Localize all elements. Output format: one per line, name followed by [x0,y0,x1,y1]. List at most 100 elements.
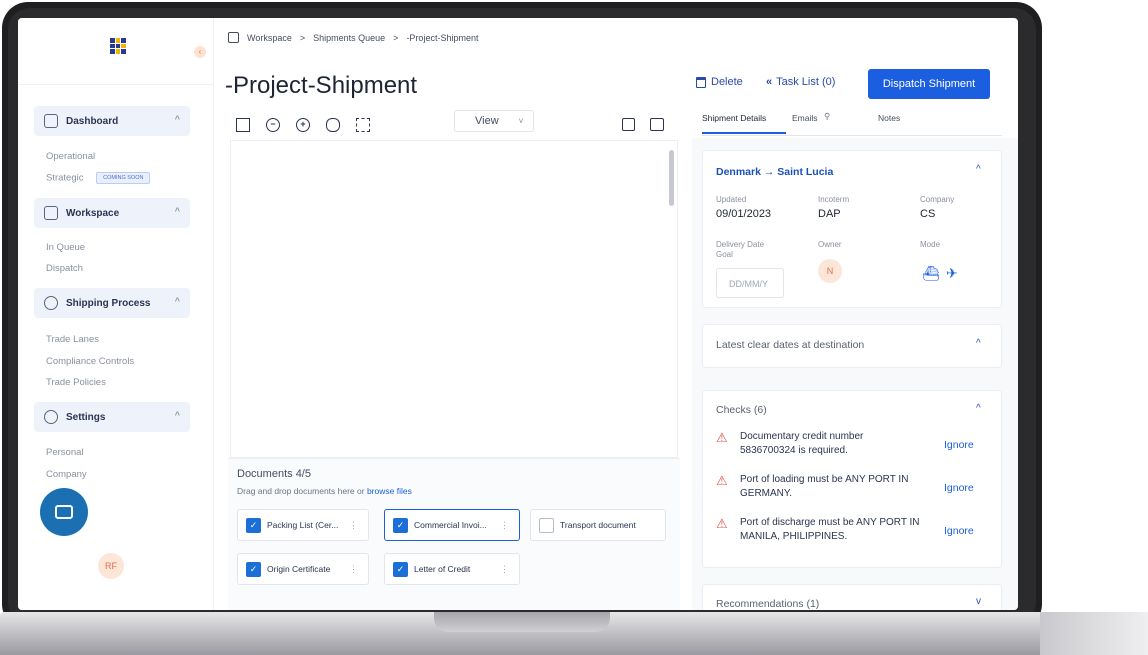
sidebar-section-settings[interactable]: Settings ^ [34,402,190,432]
collapse-sidebar-icon[interactable]: ‹ [194,46,206,58]
ship-icon[interactable]: ⛴ [922,265,940,282]
page-title: -Project-Shipment [225,72,418,99]
document-chip-letter-of-credit[interactable]: ✓ Letter of Credit ⋮ [384,553,520,585]
owner-label: Owner [818,240,842,249]
chevron-down-icon[interactable]: v [976,596,1004,607]
document-label: Origin Certificate [267,564,331,574]
check-line: 5836700324 is required. [740,445,848,456]
ignore-button[interactable]: Ignore [944,481,974,495]
updated-value: 09/01/2023 [716,208,772,220]
document-label: Transport document [560,520,636,530]
sidebar-section-workspace[interactable]: Workspace ^ [34,198,190,228]
breadcrumb-current: -Project-Shipment [406,32,479,43]
home-icon [44,114,58,128]
sidebar-toggle-icon[interactable] [236,118,250,132]
sidebar-item-personal[interactable]: Personal [46,447,84,458]
sidebar-section-dashboard[interactable]: Dashboard ^ [34,106,190,136]
delivery-goal-label: Delivery Date Goal [716,240,764,260]
laptop-base-edge [1040,612,1148,655]
more-options-icon[interactable]: ⋮ [349,564,358,575]
checks-title: Checks (6) [716,404,767,416]
sidebar-section-label: Shipping Process [66,297,151,309]
chevron-up-icon[interactable]: ^ [976,164,1004,175]
documents-title: Documents 4/5 [237,468,311,480]
check-text: Documentary credit number 5836700324 is … [740,430,940,458]
pan-hand-icon[interactable] [326,118,340,132]
documents-hint: Drag and drop documents here or browse f… [237,486,412,496]
owner-avatar[interactable]: N [818,259,842,283]
chevron-up-icon[interactable]: ^ [976,338,1004,349]
sidebar-section-label: Workspace [66,207,120,219]
document-label: Packing List (Cer... [267,520,339,530]
more-options-icon[interactable]: ⋮ [349,520,358,531]
chevron-down-icon: v [519,116,523,125]
chat-support-button[interactable] [40,488,88,536]
breadcrumb-separator: > [299,32,306,43]
chevron-up-icon[interactable]: ^ [976,403,1004,414]
document-chip-transport-document[interactable]: Transport document [530,509,666,541]
task-list-button[interactable]: «Task List (0) [766,76,835,88]
sidebar-item-in-queue[interactable]: In Queue [46,242,85,253]
task-list-label: Task List (0) [776,76,836,88]
document-chip-origin-certificate[interactable]: ✓ Origin Certificate ⋮ [237,553,369,585]
chevron-up-icon: ^ [174,206,180,216]
recommendations-title: Recommendations (1) [716,598,820,610]
document-chip-commercial-invoice[interactable]: ✓ Commercial Invoi... ⋮ [384,509,520,541]
delete-button[interactable]: Delete [696,76,743,88]
app-screen: ‹ Dashboard ^ Operational Strategic COMI… [18,18,1018,610]
chat-icon [55,505,73,519]
view-dropdown[interactable]: View v [454,110,534,132]
print-icon[interactable] [650,118,664,131]
delivery-date-input[interactable]: DD/MM/Y [716,268,784,298]
breadcrumb-shipments-queue[interactable]: Shipments Queue [313,33,385,43]
ignore-button[interactable]: Ignore [944,524,974,538]
save-icon[interactable] [622,118,635,131]
checkbox-checked[interactable]: ✓ [246,561,261,577]
check-line: GERMANY. [740,488,793,499]
incoterm-value: DAP [818,208,841,220]
warning-icon: ⚠ [716,473,728,488]
route-title: Denmark → Saint Lucia [716,166,834,178]
sidebar-item-compliance-controls[interactable]: Compliance Controls [46,356,134,367]
sidebar-item-label: Strategic [46,172,84,184]
delete-label: Delete [711,76,743,88]
active-tab-indicator [702,132,786,134]
document-chip-packing-list[interactable]: ✓ Packing List (Cer... ⋮ [237,509,369,541]
document-label: Commercial Invoi... [414,520,487,530]
browse-files-link[interactable]: browse files [367,486,412,496]
sidebar-section-shipping-process[interactable]: Shipping Process ^ [34,288,190,318]
more-options-icon[interactable]: ⋮ [500,520,509,531]
viewer-scrollbar[interactable] [669,150,674,206]
dispatch-shipment-button[interactable]: Dispatch Shipment [868,69,990,99]
user-avatar[interactable]: RF [98,553,124,579]
document-viewer[interactable] [230,140,678,458]
paperclip-icon: ⚲ [824,111,831,121]
sidebar-item-dispatch[interactable]: Dispatch [46,263,83,274]
more-options-icon[interactable]: ⋮ [500,564,509,575]
chevron-up-icon: ^ [174,296,180,306]
fullscreen-icon[interactable] [356,118,370,132]
view-dropdown-label: View [475,115,499,127]
plane-icon[interactable]: ✈ [946,265,958,282]
sidebar-item-trade-policies[interactable]: Trade Policies [46,377,106,388]
breadcrumb-workspace[interactable]: Workspace [247,33,292,43]
ignore-button[interactable]: Ignore [944,438,974,452]
delivery-goal-label-line: Delivery Date [716,240,765,249]
tab-emails[interactable]: Emails [792,113,818,123]
mode-label: Mode [920,240,941,249]
zoom-in-icon[interactable]: + [296,118,310,132]
tab-notes[interactable]: Notes [878,113,900,123]
checkbox-checked[interactable]: ✓ [246,517,261,533]
app-logo[interactable] [110,38,126,54]
checkbox-unchecked[interactable] [539,517,554,533]
tab-shipment-details[interactable]: Shipment Details [702,113,766,123]
sidebar-item-operational[interactable]: Operational [46,151,95,162]
checkbox-checked[interactable]: ✓ [393,517,408,533]
checkbox-checked[interactable]: ✓ [393,561,408,577]
warning-icon: ⚠ [716,430,728,445]
sidebar-item-company[interactable]: Company [46,469,87,480]
sidebar-item-strategic[interactable]: Strategic COMING SOON [46,172,151,184]
company-label: Company [920,195,955,204]
sidebar-item-trade-lanes[interactable]: Trade Lanes [46,334,99,345]
zoom-out-icon[interactable]: − [266,118,280,132]
